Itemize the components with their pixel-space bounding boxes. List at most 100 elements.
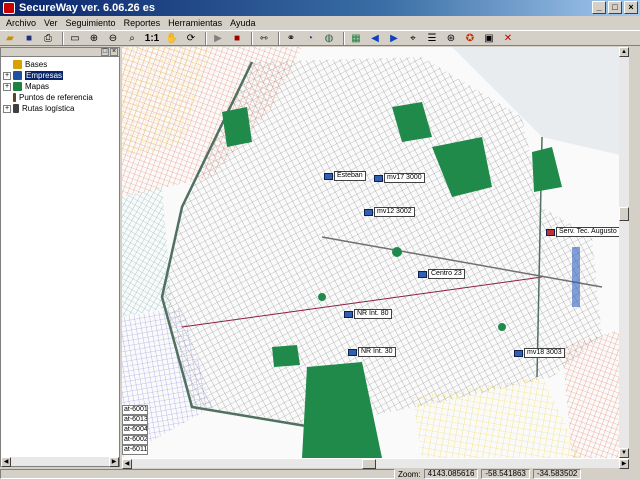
toolbar-separator — [343, 31, 345, 45]
save-icon[interactable]: ■ — [21, 31, 37, 45]
vehicle-label: Esteban — [334, 171, 366, 181]
status-message — [0, 469, 395, 479]
vehicle-marker[interactable]: mv18 3003 — [514, 348, 565, 358]
tree-item-label: Empresas — [25, 71, 64, 80]
refresh-icon[interactable]: ⟳ — [183, 31, 199, 45]
vehicle-list-item[interactable]: at-6004 — [122, 425, 148, 435]
vehicle-list-item[interactable]: at-6011 — [122, 445, 148, 455]
panel-close-icon[interactable]: × — [110, 48, 118, 56]
tree-item-bases[interactable]: Bases — [3, 59, 119, 70]
binoculars-icon[interactable]: ⚭ — [283, 31, 299, 45]
vehicle-side-list: at-6001 at-6013 at-6004 at-6002 at-6011 — [122, 405, 148, 455]
window-icon[interactable]: ▭ — [67, 31, 83, 45]
toolbar-separator — [278, 31, 280, 45]
vehicle-list-item[interactable]: at-6002 — [122, 435, 148, 445]
crosshair-icon[interactable]: ⌖ — [405, 31, 421, 45]
vehicle-icon — [348, 348, 357, 356]
measure-icon[interactable]: ⇿ — [256, 31, 272, 45]
map-horizontal-scrollbar[interactable]: ◀ ▶ — [122, 458, 629, 469]
title-bar: SecureWay ver. 6.06.26 es _ □ × — [0, 0, 640, 16]
arrow-right-icon[interactable]: ▶ — [386, 31, 402, 45]
vehicle-marker[interactable]: mv17 3000 — [374, 173, 425, 183]
vehicle-marker[interactable]: Serv. Tec. Augusto — [546, 227, 620, 237]
city-map — [122, 47, 629, 458]
map-view[interactable]: Esteban mv17 3000 mv12 3002 Serv. Tec. A… — [122, 47, 629, 458]
menu-ver[interactable]: Ver — [40, 18, 62, 28]
tree-item-mapas[interactable]: + Mapas — [3, 81, 119, 92]
picture-icon[interactable]: ▣ — [481, 31, 497, 45]
vehicle-marker[interactable]: Centro 23 — [418, 269, 465, 279]
minimize-button[interactable]: _ — [592, 1, 606, 14]
stop-icon[interactable]: ■ — [229, 31, 245, 45]
zoom-out-icon[interactable]: ⊖ — [105, 31, 121, 45]
vehicle-label: Serv. Tec. Augusto — [556, 227, 620, 237]
menu-reportes[interactable]: Reportes — [120, 18, 165, 28]
scroll-up-icon[interactable]: ▲ — [619, 47, 629, 57]
vehicle-icon — [418, 270, 427, 278]
tree-item-empresas[interactable]: + Empresas — [3, 70, 119, 81]
vehicle-list-item[interactable]: at-6001 — [122, 405, 148, 415]
tree-item-puntos[interactable]: Puntos de referencia — [3, 92, 119, 103]
vehicle-label: Centro 23 — [428, 269, 465, 279]
panel-header: □ × — [1, 48, 119, 57]
tree-expander[interactable]: + — [3, 104, 11, 113]
tree-horizontal-scrollbar[interactable]: ◀ ▶ — [1, 456, 119, 467]
remove-icon[interactable]: ✕ — [500, 31, 516, 45]
tree-item-label: Bases — [25, 60, 48, 69]
park — [272, 345, 300, 367]
longitude-value: -58.541863 — [481, 469, 530, 479]
vehicle-marker[interactable]: Esteban — [324, 171, 366, 181]
vehicle-label: mv18 3003 — [524, 348, 565, 358]
print-icon[interactable]: ⎙ — [40, 31, 56, 45]
window-title: SecureWay ver. 6.06.26 es — [19, 2, 155, 14]
network-icon[interactable]: ⊛ — [443, 31, 459, 45]
toolbar-separator — [62, 31, 64, 45]
vehicle-marker[interactable]: mv12 3002 — [364, 207, 415, 217]
list-icon[interactable]: ☰ — [424, 31, 440, 45]
vehicle-icon — [344, 310, 353, 318]
panel-restore-icon[interactable]: □ — [101, 48, 109, 56]
close-button[interactable]: × — [624, 1, 638, 14]
zoom-value: 4143.085616 — [423, 469, 479, 479]
maximize-button[interactable]: □ — [608, 1, 622, 14]
tree-view: Bases + Empresas + Mapas Puntos de refer… — [1, 59, 119, 114]
company-icon — [13, 71, 22, 80]
pan-hand-icon[interactable]: ✋ — [164, 31, 180, 45]
zoom-in-icon[interactable]: ⊕ — [86, 31, 102, 45]
database-icon — [13, 60, 22, 69]
scroll-right-icon[interactable]: ▶ — [109, 457, 119, 467]
tree-item-label: Puntos de referencia — [19, 93, 93, 102]
one-to-one-button[interactable]: 1:1 — [143, 31, 161, 45]
scroll-down-icon[interactable]: ▼ — [619, 448, 629, 458]
vehicle-icon — [546, 228, 555, 236]
menu-ayuda[interactable]: Ayuda — [226, 18, 259, 28]
vehicle-marker[interactable]: NR Int. 80 — [344, 309, 392, 319]
satellite-icon[interactable]: ✪ — [462, 31, 478, 45]
zoom-fit-icon[interactable]: ⌕ — [124, 31, 140, 45]
vehicle-label: NR Int. 80 — [354, 309, 392, 319]
scroll-left-icon[interactable]: ◀ — [1, 457, 11, 467]
menu-seguimiento[interactable]: Seguimiento — [62, 18, 120, 28]
toolbar-separator — [205, 31, 207, 45]
park — [392, 247, 402, 257]
globe-icon[interactable]: ◍ — [321, 31, 337, 45]
map-icon[interactable]: ▦ — [348, 31, 364, 45]
app-icon — [3, 2, 15, 14]
vehicle-list-item[interactable]: at-6013 — [122, 415, 148, 425]
tree-expander[interactable]: + — [3, 82, 11, 91]
arrow-left-icon[interactable]: ◀ — [367, 31, 383, 45]
clock-icon[interactable]: ◔ — [302, 31, 318, 45]
menu-archivo[interactable]: Archivo — [2, 18, 40, 28]
tree-expander[interactable]: + — [3, 71, 11, 80]
tree-panel: □ × Bases + Empresas + Mapas Puntos de r… — [0, 47, 120, 467]
vehicle-marker[interactable]: NR Int. 30 — [348, 347, 396, 357]
map-layers-icon — [13, 82, 22, 91]
map-vertical-scrollbar[interactable]: ▲ ▼ — [619, 47, 629, 458]
open-folder-icon[interactable]: ▰ — [2, 31, 18, 45]
toolbar: ▰ ■ ⎙ ▭ ⊕ ⊖ ⌕ 1:1 ✋ ⟳ ▶ ■ ⇿ ⚭ ◔ ◍ ▦ ◀ ▶ … — [0, 30, 640, 46]
scroll-thumb[interactable] — [619, 207, 629, 221]
vehicle-icon — [514, 349, 523, 357]
menu-herramientas[interactable]: Herramientas — [164, 18, 226, 28]
tree-item-rutas[interactable]: + Rutas logística — [3, 103, 119, 114]
play-icon[interactable]: ▶ — [210, 31, 226, 45]
